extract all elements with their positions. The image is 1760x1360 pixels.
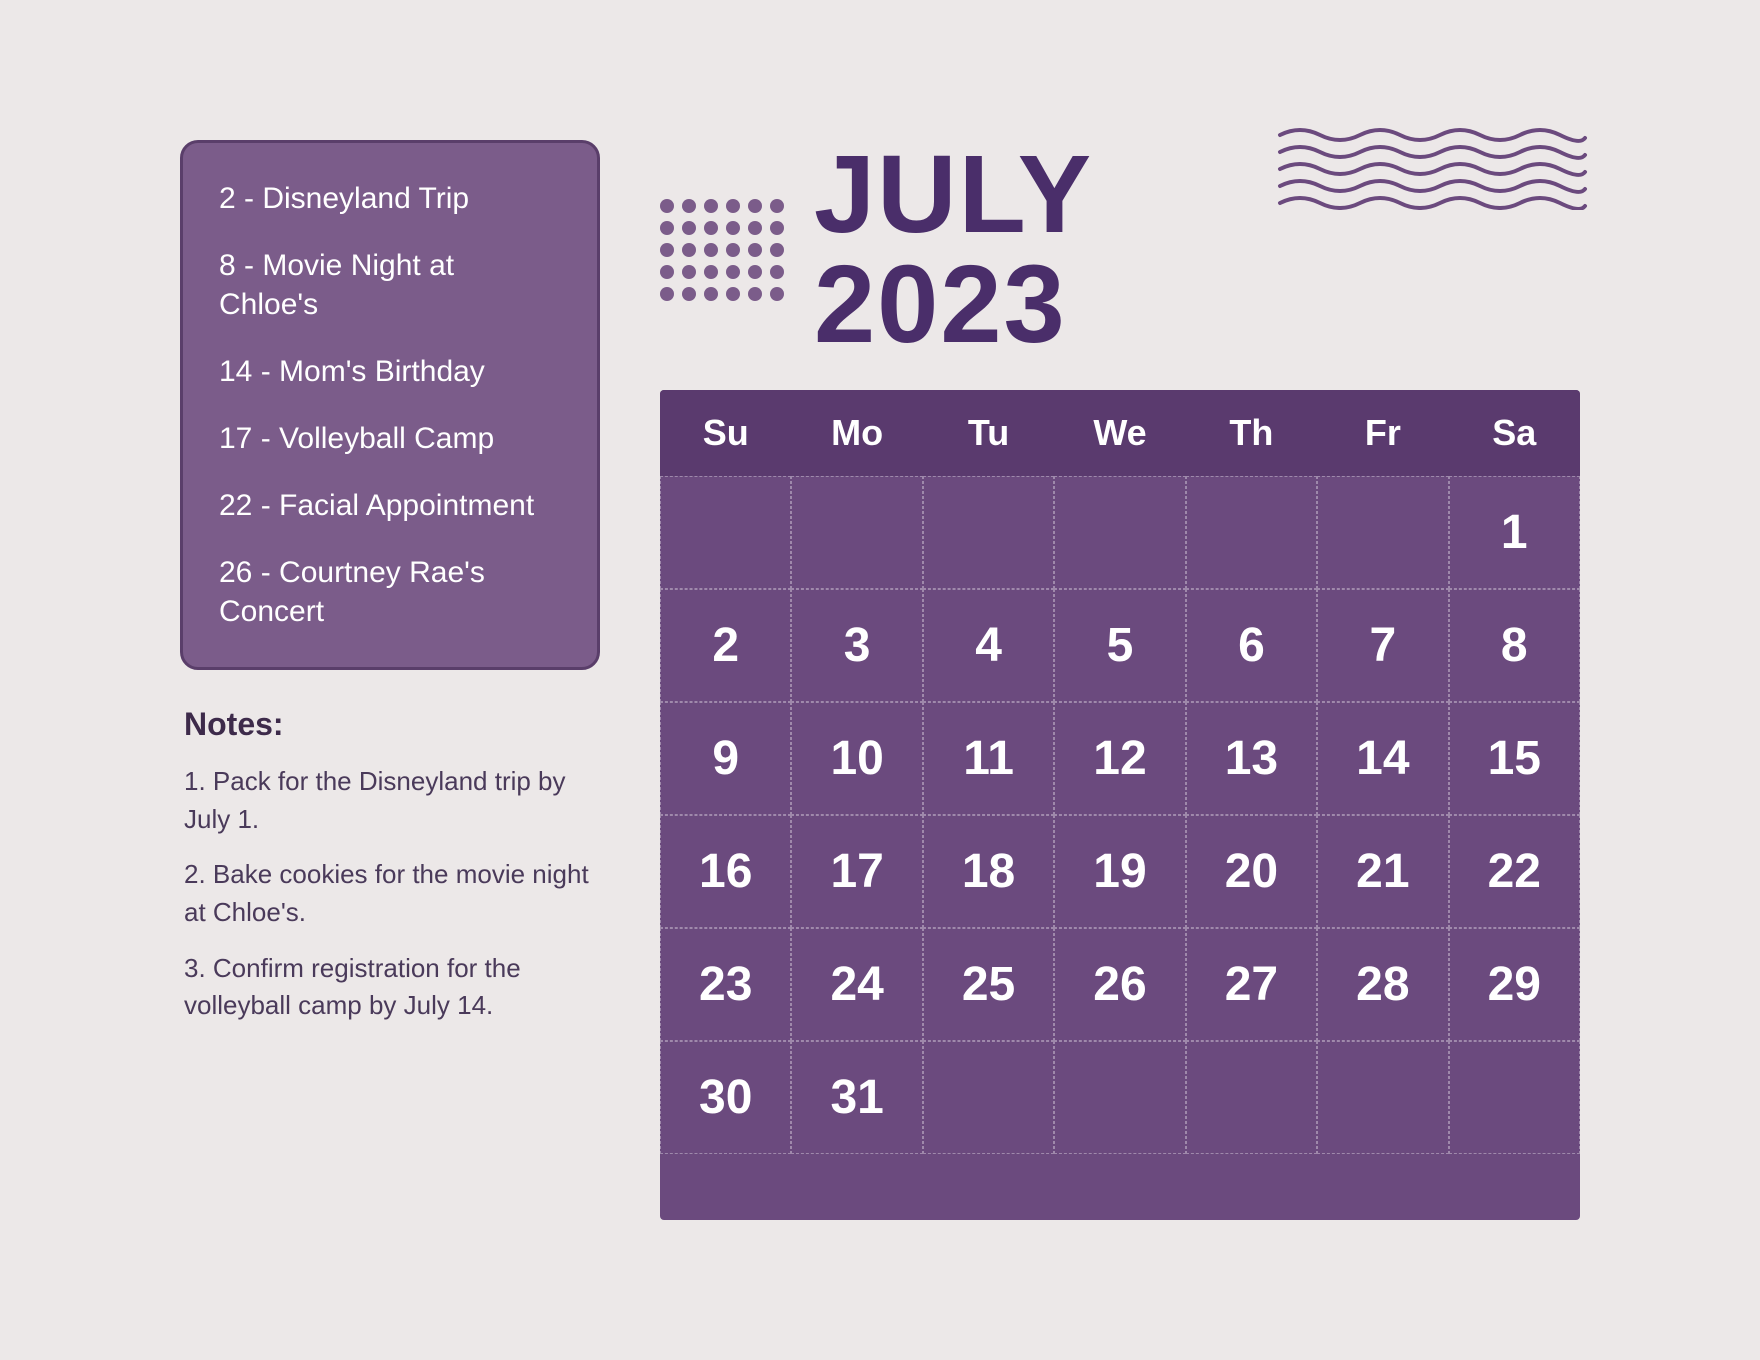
calendar-grid: Su Mo Tu We Th Fr Sa 1234567891011121314… [660, 390, 1580, 1220]
cal-cell-w5-d6 [1449, 1041, 1580, 1154]
dot-grid [660, 199, 784, 301]
cal-cell-w3-d0: 16 [660, 815, 791, 928]
cal-cell-w4-d6: 29 [1449, 928, 1580, 1041]
cal-cell-w2-d5: 14 [1317, 702, 1448, 815]
page: 2 - Disneyland Trip 8 - Movie Night at C… [120, 80, 1640, 1280]
cal-cell-w4-d2: 25 [923, 928, 1054, 1041]
cal-cell-w1-d5: 7 [1317, 589, 1448, 702]
calendar-days-header: Su Mo Tu We Th Fr Sa [660, 390, 1580, 476]
day-header-sa: Sa [1449, 390, 1580, 476]
day-header-fr: Fr [1317, 390, 1448, 476]
cal-cell-w4-d4: 27 [1186, 928, 1317, 1041]
cal-cell-w0-d3 [1054, 476, 1185, 589]
cal-cell-w5-d2 [923, 1041, 1054, 1154]
cal-cell-w3-d1: 17 [791, 815, 922, 928]
cal-cell-w4-d5: 28 [1317, 928, 1448, 1041]
cal-cell-w5-d3 [1054, 1041, 1185, 1154]
cal-cell-w1-d1: 3 [791, 589, 922, 702]
cal-cell-w4-d1: 24 [791, 928, 922, 1041]
cal-cell-w3-d3: 19 [1054, 815, 1185, 928]
day-header-tu: Tu [923, 390, 1054, 476]
cal-cell-w4-d0: 23 [660, 928, 791, 1041]
note-item-1: 1. Pack for the Disneyland trip by July … [184, 763, 596, 838]
cal-cell-w0-d5 [1317, 476, 1448, 589]
day-header-su: Su [660, 390, 791, 476]
cal-cell-w2-d0: 9 [660, 702, 791, 815]
cal-cell-w0-d2 [923, 476, 1054, 589]
notes-title: Notes: [184, 706, 596, 743]
calendar-body: 1234567891011121314151617181920212223242… [660, 476, 1580, 1154]
calendar-title: JULY 2023 [814, 140, 1250, 360]
wave-decoration [1270, 120, 1590, 210]
notes-section: Notes: 1. Pack for the Disneyland trip b… [180, 706, 600, 1043]
cal-cell-w0-d1 [791, 476, 922, 589]
cal-cell-w3-d6: 22 [1449, 815, 1580, 928]
cal-cell-w1-d2: 4 [923, 589, 1054, 702]
cal-cell-w1-d3: 5 [1054, 589, 1185, 702]
event-item-3: 14 - Mom's Birthday [219, 352, 561, 391]
day-header-mo: Mo [791, 390, 922, 476]
cal-cell-w2-d6: 15 [1449, 702, 1580, 815]
event-item-5: 22 - Facial Appointment [219, 486, 561, 525]
cal-cell-w5-d4 [1186, 1041, 1317, 1154]
cal-cell-w1-d4: 6 [1186, 589, 1317, 702]
events-box: 2 - Disneyland Trip 8 - Movie Night at C… [180, 140, 600, 670]
event-item-1: 2 - Disneyland Trip [219, 179, 561, 218]
event-item-4: 17 - Volleyball Camp [219, 419, 561, 458]
cal-cell-w0-d4 [1186, 476, 1317, 589]
cal-cell-w4-d3: 26 [1054, 928, 1185, 1041]
cal-cell-w2-d3: 12 [1054, 702, 1185, 815]
day-header-we: We [1054, 390, 1185, 476]
cal-cell-w2-d1: 10 [791, 702, 922, 815]
cal-cell-w2-d2: 11 [923, 702, 1054, 815]
cal-cell-w0-d6: 1 [1449, 476, 1580, 589]
day-header-th: Th [1186, 390, 1317, 476]
left-column: 2 - Disneyland Trip 8 - Movie Night at C… [180, 140, 600, 1220]
cal-cell-w5-d1: 31 [791, 1041, 922, 1154]
cal-cell-w1-d6: 8 [1449, 589, 1580, 702]
cal-cell-w1-d0: 2 [660, 589, 791, 702]
right-column: JULY 2023 Su Mo Tu We Th Fr Sa 123456789… [660, 140, 1580, 1220]
cal-cell-w3-d5: 21 [1317, 815, 1448, 928]
cal-cell-w0-d0 [660, 476, 791, 589]
note-item-3: 3. Confirm registration for the volleyba… [184, 950, 596, 1025]
event-item-6: 26 - Courtney Rae's Concert [219, 553, 561, 631]
cal-cell-w3-d2: 18 [923, 815, 1054, 928]
cal-cell-w2-d4: 13 [1186, 702, 1317, 815]
cal-cell-w5-d0: 30 [660, 1041, 791, 1154]
event-item-2: 8 - Movie Night at Chloe's [219, 246, 561, 324]
cal-cell-w5-d5 [1317, 1041, 1448, 1154]
cal-cell-w3-d4: 20 [1186, 815, 1317, 928]
note-item-2: 2. Bake cookies for the movie night at C… [184, 856, 596, 931]
